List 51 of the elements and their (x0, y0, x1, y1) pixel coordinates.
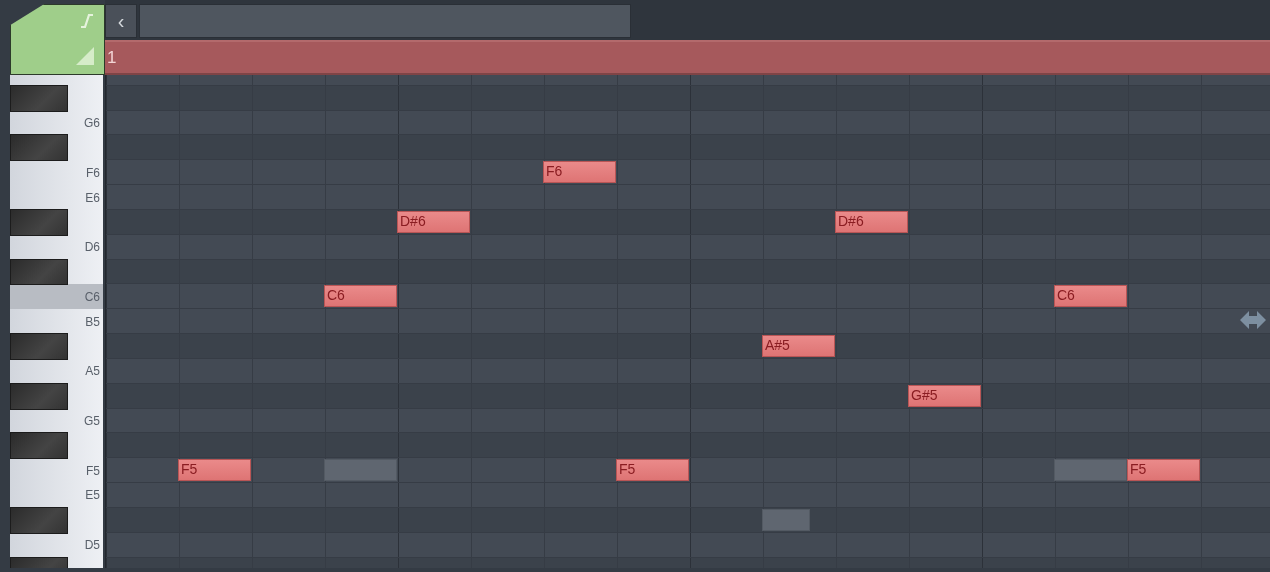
note-block[interactable]: F5 (178, 459, 251, 482)
piano-key[interactable] (10, 432, 68, 460)
key-row[interactable] (10, 334, 103, 359)
note-block[interactable]: F5 (1127, 459, 1200, 482)
key-label: G5 (84, 414, 100, 428)
piano-key[interactable] (10, 258, 68, 286)
note-grid[interactable]: F6 D#6 D#6 C6 C6 A#5 G#5 F5 F5 F5 (105, 75, 1270, 568)
key-row[interactable]: C6 (10, 284, 103, 310)
key-row[interactable] (10, 259, 103, 285)
piano-key[interactable] (10, 134, 68, 162)
key-label: D5 (84, 538, 100, 553)
note-block[interactable]: A#5 (762, 335, 835, 357)
key-label: G6 (84, 116, 100, 131)
note-block[interactable]: C6 (1054, 285, 1127, 308)
key-row[interactable]: D6 (10, 234, 103, 260)
bar-number: 1 (107, 47, 117, 68)
key-label: C6 (84, 289, 100, 304)
key-label: D6 (84, 240, 100, 255)
key-row[interactable] (10, 433, 103, 459)
key-row[interactable] (10, 507, 103, 533)
key-label: F5 (86, 463, 100, 478)
note-block[interactable]: C6 (324, 285, 397, 308)
note-block[interactable]: G#5 (908, 384, 981, 407)
key-label: B5 (85, 314, 100, 329)
key-row[interactable] (10, 209, 103, 235)
key-row[interactable] (10, 135, 103, 161)
key-row[interactable] (10, 85, 103, 111)
key-label: E5 (85, 488, 100, 503)
key-label: F6 (86, 165, 100, 180)
piano-key[interactable] (10, 84, 68, 112)
back-button[interactable]: ‹ (105, 4, 137, 38)
double-arrow-icon[interactable] (1240, 311, 1266, 329)
key-row[interactable]: A5 (10, 358, 103, 384)
scroll-bar[interactable] (139, 4, 631, 38)
key-row[interactable]: E5 (10, 483, 103, 508)
note-block[interactable]: D#6 (835, 210, 908, 233)
key-row[interactable] (10, 383, 103, 409)
key-row[interactable]: D5 (10, 532, 103, 558)
key-row[interactable]: B5 (10, 309, 103, 335)
key-row[interactable]: F6 (10, 160, 103, 186)
piano-key[interactable] (10, 208, 68, 236)
piano-key[interactable] (10, 506, 68, 534)
note-block[interactable]: F5 (616, 459, 689, 482)
piano-key[interactable] (10, 382, 68, 410)
key-row[interactable]: F5 (10, 458, 103, 484)
timeline-ruler[interactable]: 1 (105, 40, 1270, 75)
key-label: A5 (85, 364, 100, 379)
note-block[interactable]: F6 (543, 161, 616, 184)
key-label: E6 (85, 190, 100, 205)
note-block[interactable]: D#6 (397, 210, 470, 233)
key-row[interactable]: E6 (10, 185, 103, 210)
